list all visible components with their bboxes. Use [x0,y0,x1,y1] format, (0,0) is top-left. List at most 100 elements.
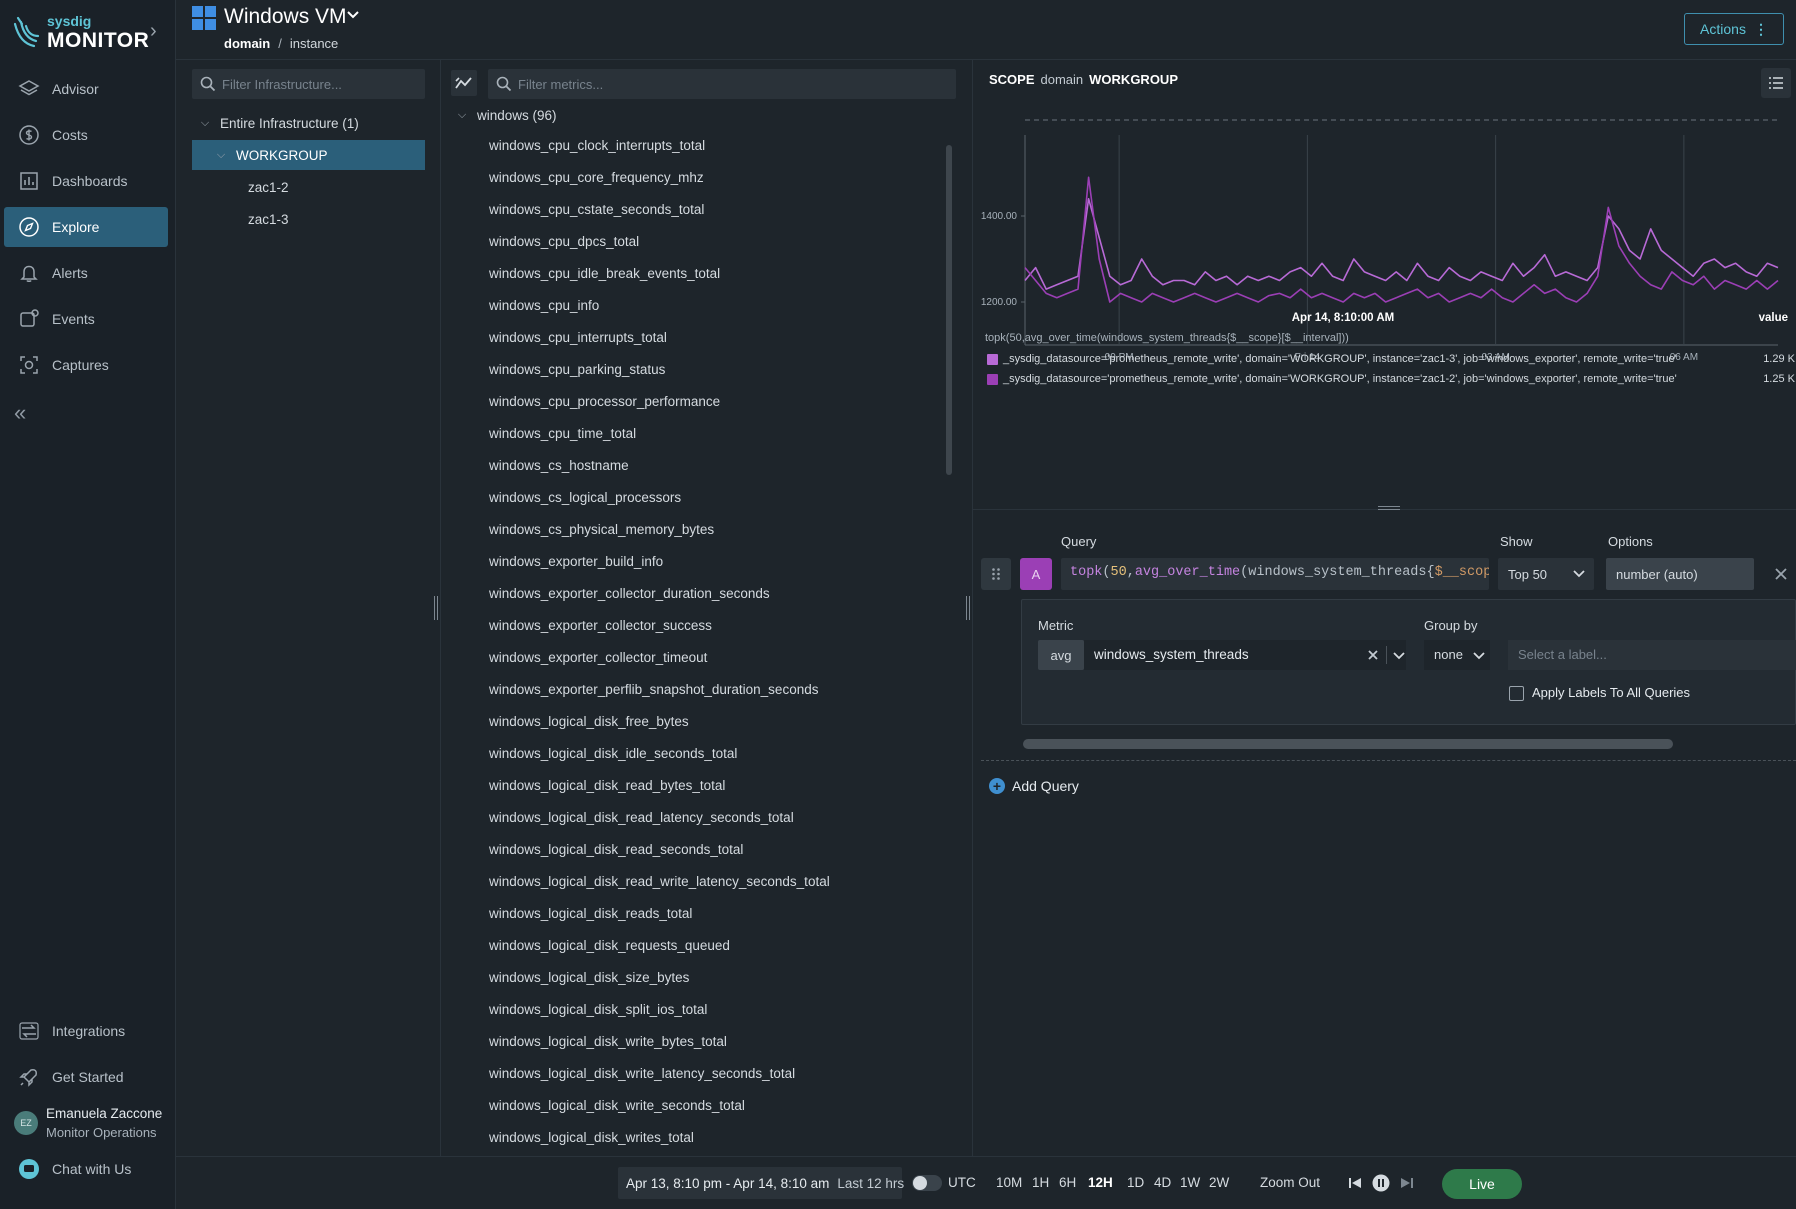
metrics-scrollbar[interactable] [946,145,952,475]
capture-icon [18,354,40,376]
nav-item-explore[interactable]: Explore [4,207,168,247]
collapse-nav-icon[interactable]: « [14,400,26,426]
metric-list-item[interactable]: windows_cs_physical_memory_bytes [489,522,714,537]
chevron-down-icon[interactable] [346,8,360,27]
metric-list-item[interactable]: windows_exporter_collector_success [489,618,712,633]
nav-item-alerts[interactable]: Alerts [4,253,168,293]
nav-item-costs[interactable]: Costs [4,115,168,155]
chevron-right-icon[interactable]: › [150,20,157,43]
metric-list-item[interactable]: windows_logical_disk_idle_seconds_total [489,746,737,761]
time-preset-4d[interactable]: 4D [1154,1175,1171,1190]
nav-item-integrations[interactable]: Integrations [4,1011,168,1051]
metric-list-item[interactable]: windows_cs_hostname [489,458,629,473]
live-button[interactable]: Live [1442,1169,1522,1199]
clear-icon[interactable] [1366,648,1380,662]
time-preset-10m[interactable]: 10M [996,1175,1022,1190]
nav-item-advisor[interactable]: Advisor [4,69,168,109]
apply-labels-checkbox[interactable] [1509,686,1524,701]
skip-back-icon[interactable] [1346,1174,1364,1192]
metric-list-item[interactable]: windows_cpu_processor_performance [489,394,720,409]
panel-resize-handle[interactable] [1378,506,1400,510]
page-title[interactable]: Windows VM [224,5,347,29]
time-preset-12h[interactable]: 12H [1088,1175,1113,1190]
metric-chart-toggle-icon[interactable] [451,70,477,96]
metric-list-item[interactable]: windows_logical_disk_reads_total [489,906,692,921]
user-profile[interactable]: EZ Emanuela Zaccone Monitor Operations [12,1103,172,1143]
metric-list-item[interactable]: windows_cpu_parking_status [489,362,665,377]
metric-list-item[interactable]: windows_exporter_collector_duration_seco… [489,586,770,601]
metric-list-item[interactable]: windows_logical_disk_size_bytes [489,970,689,985]
metric-list-item[interactable]: windows_logical_disk_free_bytes [489,714,689,729]
chevron-down-icon: ⌵ [457,108,467,121]
chat-with-us-button[interactable]: Chat with Us [4,1149,168,1189]
metric-list-item[interactable]: windows_logical_disk_read_seconds_total [489,842,743,857]
metric-list-item[interactable]: windows_exporter_perflib_snapshot_durati… [489,682,818,697]
show-select[interactable]: Top 50 [1498,558,1594,590]
tree-leaf[interactable]: zac1-2 [192,172,425,202]
options-select[interactable]: number (auto) [1606,558,1754,590]
metric-group-windows[interactable]: ⌵ windows (96) [455,100,557,130]
query-input[interactable]: topk(50,avg_over_time(windows_system_thr… [1061,558,1489,590]
time-range-picker[interactable]: Apr 13, 8:10 pm - Apr 14, 8:10 am Last 1… [618,1167,904,1199]
metric-list-item[interactable]: windows_cpu_interrupts_total [489,330,667,345]
zoom-out-button[interactable]: Zoom Out [1260,1175,1320,1190]
label-select[interactable]: Select a label... [1508,640,1796,670]
tree-node[interactable]: ⌵ WORKGROUP [192,140,425,170]
metric-list-item[interactable]: windows_logical_disk_write_bytes_total [489,1034,727,1049]
legend-entry[interactable]: _sysdig_datasource='prometheus_remote_wr… [985,352,1795,368]
metric-list-item[interactable]: windows_exporter_collector_timeout [489,650,707,665]
metrics-search[interactable] [488,69,956,99]
metric-list-item[interactable]: windows_logical_disk_write_latency_secon… [489,1066,795,1081]
nav-item-captures[interactable]: Captures [4,345,168,385]
legend-entry[interactable]: _sysdig_datasource='prometheus_remote_wr… [985,372,1795,388]
actions-button[interactable]: Actions ⋮ [1684,13,1784,45]
query-horizontal-scrollbar[interactable] [1023,739,1673,749]
time-preset-1d[interactable]: 1D [1127,1175,1144,1190]
metric-list-item[interactable]: windows_cpu_idle_break_events_total [489,266,720,281]
brand-logo[interactable]: sysdig MONITOR › [12,10,172,54]
nav-item-get-started[interactable]: Get Started [4,1057,168,1097]
metric-list-item[interactable]: windows_logical_disk_split_ios_total [489,1002,707,1017]
metric-list-item[interactable]: windows_cpu_cstate_seconds_total [489,202,704,217]
infrastructure-search-input[interactable] [222,69,421,99]
metric-list-item[interactable]: windows_cpu_info [489,298,599,313]
add-query-button[interactable]: + Add Query [989,776,1079,796]
aggregation-select[interactable]: avg [1038,640,1084,670]
metric-list-item[interactable]: windows_cpu_core_frequency_mhz [489,170,704,185]
time-preset-1w[interactable]: 1W [1180,1175,1200,1190]
nav-item-dashboards[interactable]: Dashboards [4,161,168,201]
metric-list-item[interactable]: windows_cpu_dpcs_total [489,234,639,249]
tree-node[interactable]: ⌵ Entire Infrastructure (1) [192,108,425,138]
close-icon[interactable] [1771,564,1791,584]
legend-list-icon[interactable] [1761,68,1791,98]
metric-list-item[interactable]: windows_cpu_time_total [489,426,636,441]
query-letter-badge[interactable]: A [1020,558,1052,590]
metric-list-item[interactable]: windows_exporter_build_info [489,554,663,569]
metrics-search-input[interactable] [518,69,952,99]
time-preset-2w[interactable]: 2W [1209,1175,1229,1190]
tree-leaf[interactable]: zac1-3 [192,204,425,234]
metric-list-item[interactable]: windows_logical_disk_requests_queued [489,938,730,953]
breadcrumb-domain[interactable]: domain [224,36,270,51]
group-by-select[interactable]: none [1424,640,1490,670]
pause-icon[interactable] [1372,1174,1390,1192]
utc-toggle[interactable] [912,1175,942,1191]
time-preset-6h[interactable]: 6H [1059,1175,1076,1190]
metric-list-item[interactable]: windows_cpu_clock_interrupts_total [489,138,705,153]
metric-list-item[interactable]: windows_cs_logical_processors [489,490,681,505]
metric-list-item[interactable]: windows_logical_disk_read_write_latency_… [489,874,830,889]
resize-handle-infra[interactable] [434,596,438,620]
metric-list-item[interactable]: windows_logical_disk_read_latency_second… [489,810,794,825]
infrastructure-search[interactable] [192,69,425,99]
metric-list-item[interactable]: windows_logical_disk_write_seconds_total [489,1098,745,1113]
metric-list-item[interactable]: windows_logical_disk_writes_total [489,1130,694,1145]
resize-handle-metrics[interactable] [966,596,970,620]
skip-forward-icon[interactable] [1398,1174,1416,1192]
nav-item-events[interactable]: Events [4,299,168,339]
drag-grip-icon[interactable] [981,558,1011,590]
breadcrumb-instance[interactable]: instance [290,36,338,51]
time-preset-1h[interactable]: 1H [1032,1175,1049,1190]
metric-list-item[interactable]: windows_logical_disk_read_bytes_total [489,778,725,793]
metric-select[interactable]: windows_system_threads [1084,640,1406,670]
chevron-down-icon[interactable] [1392,648,1406,662]
